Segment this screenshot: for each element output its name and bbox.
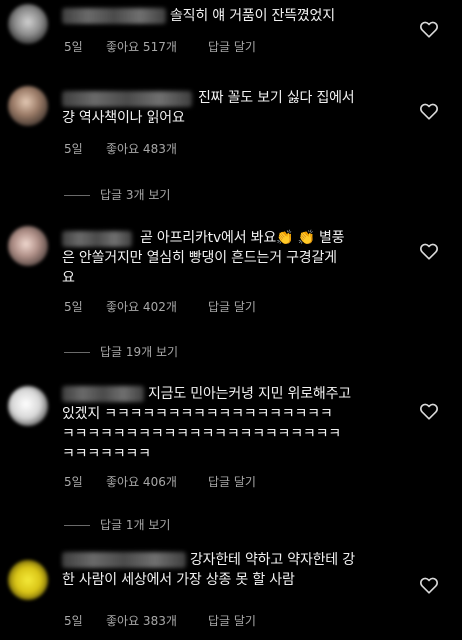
reply-button[interactable]: 답글 달기 — [208, 38, 256, 55]
avatar[interactable] — [8, 560, 48, 600]
view-replies-button[interactable]: 답글 3개 보기 — [64, 186, 170, 202]
view-replies-button[interactable]: 답글 1개 보기 — [64, 516, 170, 532]
avatar[interactable] — [8, 226, 48, 266]
reply-button[interactable]: 답글 달기 — [208, 473, 256, 490]
divider — [64, 525, 90, 526]
comment-age: 5일 — [64, 300, 83, 314]
like-count[interactable]: 좋아요 383개 — [106, 612, 177, 629]
comment-text: 곧 아프리카tv에서 봐요👏 👏 별풍 은 안쏠거지만 열심히 빵댕이 흔드는거… — [62, 230, 345, 286]
comment-age: 5일 — [64, 142, 83, 156]
divider — [64, 352, 90, 353]
like-count[interactable]: 좋아요 406개 — [106, 473, 177, 490]
heart-outline-icon[interactable] — [418, 574, 440, 596]
heart-outline-icon[interactable] — [418, 240, 440, 262]
like-count[interactable]: 좋아요 483개 — [106, 140, 177, 157]
heart-outline-icon[interactable] — [418, 100, 440, 122]
comment-text: 강자한테 약하고 약자한테 강 한 사람이 세상에서 가장 상종 못 할 사람 — [62, 552, 355, 588]
avatar[interactable] — [8, 4, 48, 44]
reply-button[interactable]: 답글 달기 — [208, 298, 256, 315]
like-count[interactable]: 좋아요 517개 — [106, 38, 177, 55]
heart-outline-icon[interactable] — [418, 400, 440, 422]
username-blurred[interactable] — [62, 8, 166, 24]
like-count[interactable]: 좋아요 402개 — [106, 298, 177, 315]
comment-age: 5일 — [64, 40, 83, 54]
avatar[interactable] — [8, 386, 48, 426]
comment-text: 솔직히 얘 거품이 잔뜩꼈었지 — [170, 8, 335, 24]
reply-button[interactable]: 답글 달기 — [208, 612, 256, 629]
view-replies-button[interactable]: 답글 19개 보기 — [64, 343, 178, 359]
heart-outline-icon[interactable] — [418, 18, 440, 40]
comment-text: 진짜 꼴도 보기 싫다 집에서 걍 역사책이나 읽어요 — [62, 90, 355, 126]
comment-text: 지금도 민아는커녕 지민 위로해주고 있겠지 ㅋㅋㅋㅋㅋㅋㅋㅋㅋㅋㅋㅋㅋㅋㅋㅋㅋ… — [62, 386, 351, 462]
avatar[interactable] — [8, 86, 48, 126]
divider — [64, 195, 90, 196]
comment-age: 5일 — [64, 475, 83, 489]
comment-age: 5일 — [64, 614, 83, 628]
